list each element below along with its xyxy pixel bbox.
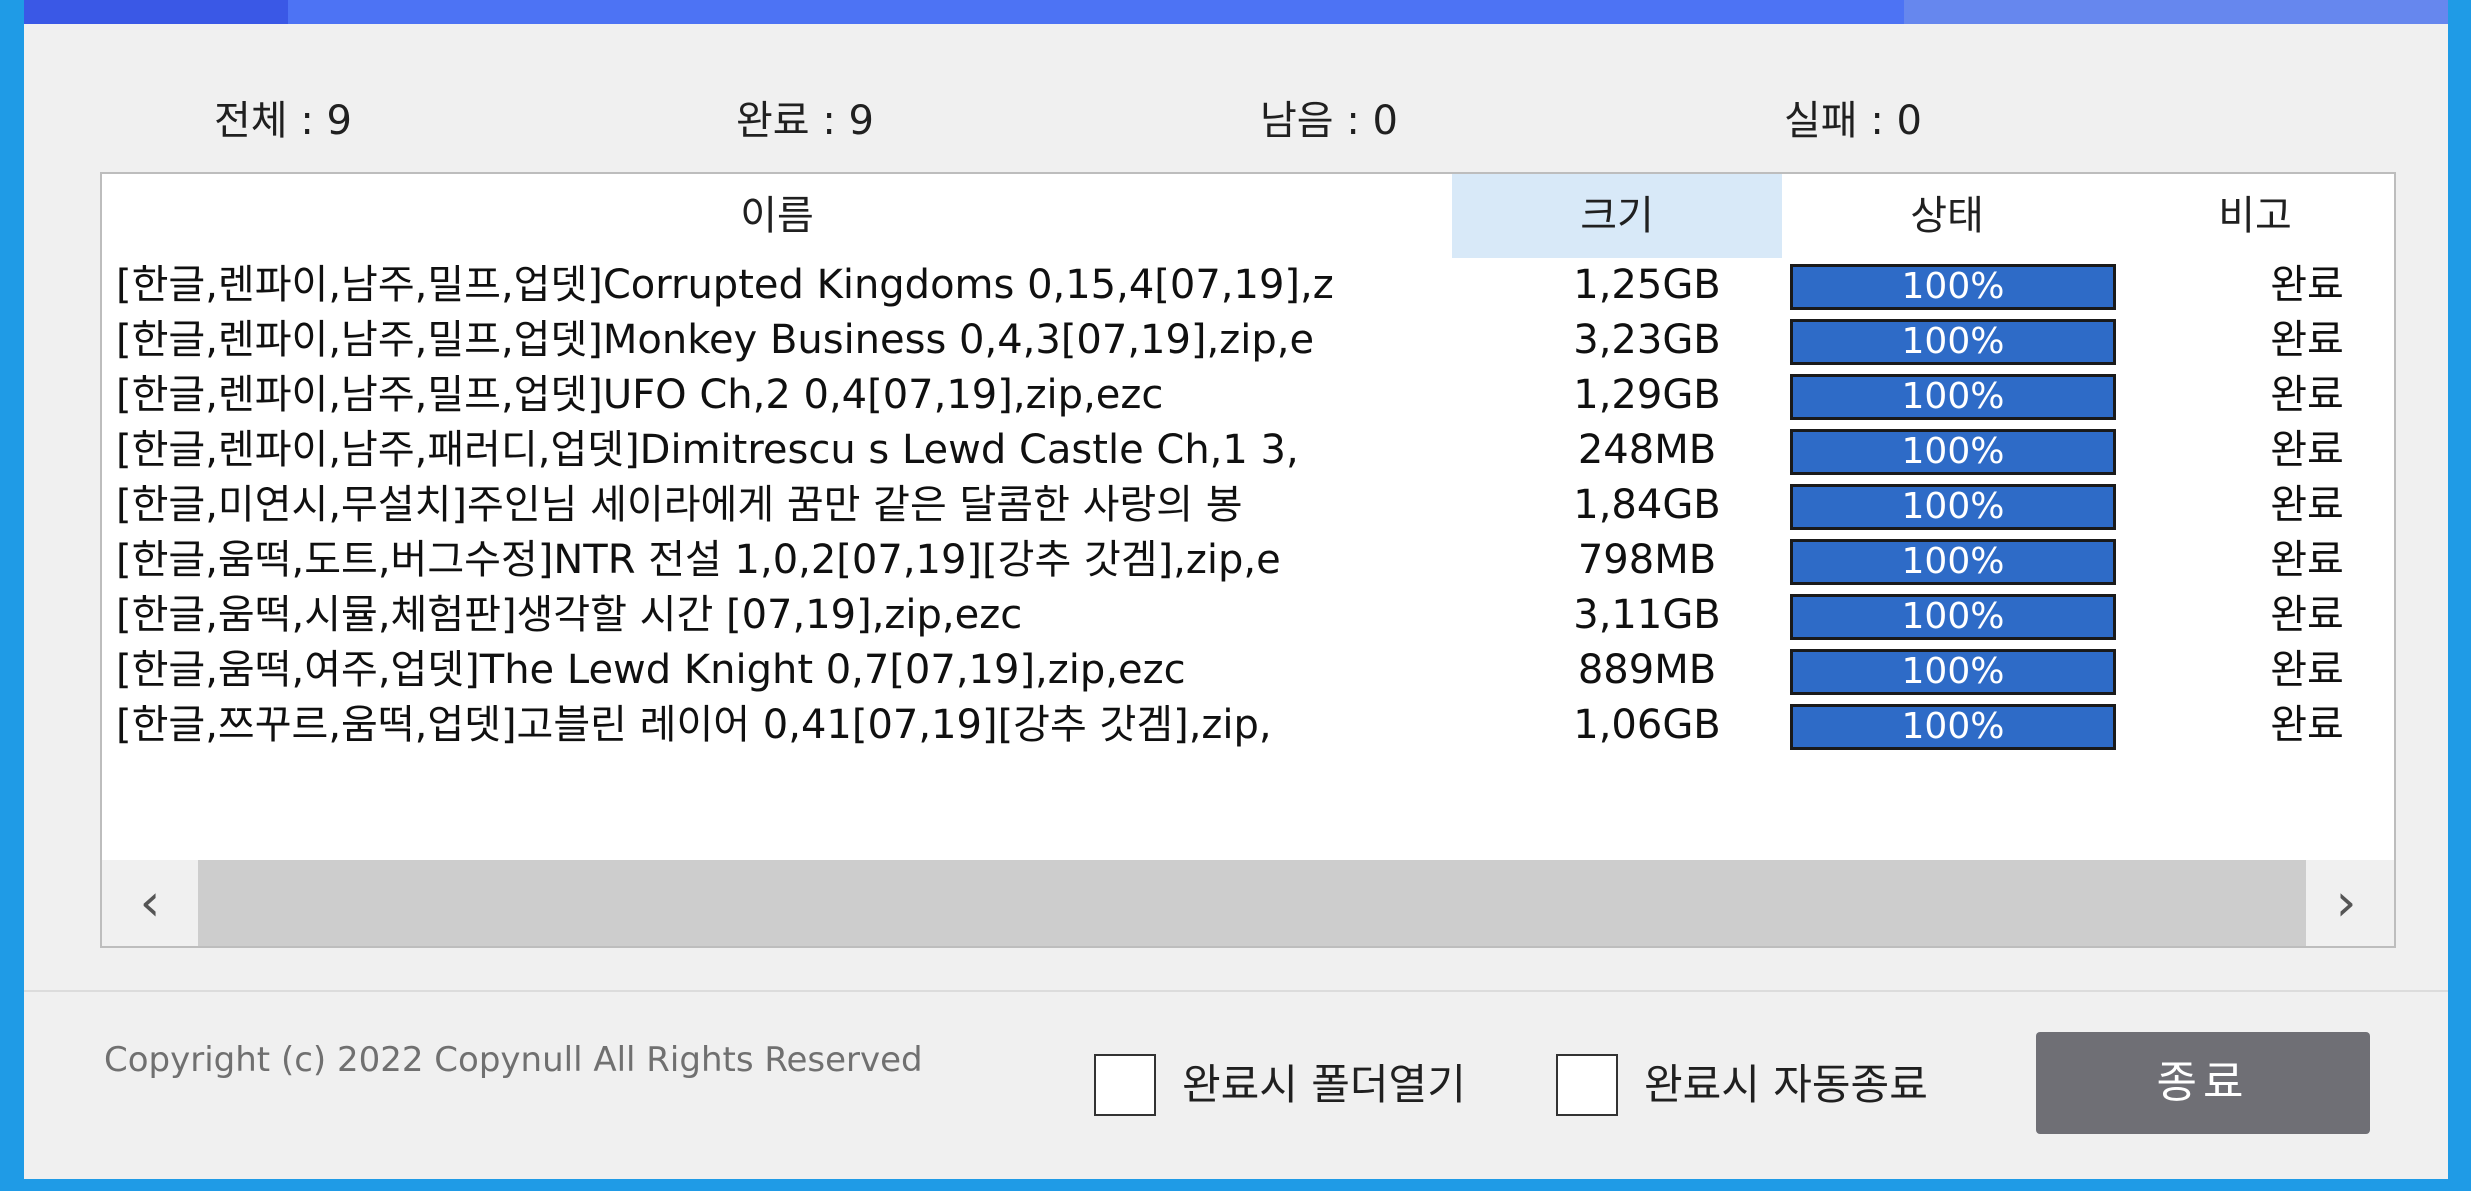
table-row[interactable]: [한글,움떡,시뮬,체험판]생각할 시간 [07,19],zip,ezc 3,11… <box>102 588 2394 643</box>
status-progress-bar: 100% <box>1790 539 2116 585</box>
stat-remaining: 남음 : 0 <box>1260 98 1398 144</box>
status-progress-bar: 100% <box>1790 264 2116 310</box>
table-row[interactable]: [한글,쯔꾸르,움떡,업뎃]고블린 레이어 0,41[07,19][강추 갓겜]… <box>102 698 2394 753</box>
file-size: 1,84GB <box>1573 482 1721 528</box>
table-row[interactable]: [한글,렌파이,남주,밀프,업뎃]UFO Ch,2 0,4[07,19],zip… <box>102 368 2394 423</box>
status-note: 완료 <box>2270 317 2344 363</box>
file-size: 1,06GB <box>1573 702 1721 748</box>
open-folder-label: 완료시 폴더열기 <box>1182 1060 1466 1109</box>
status-note: 완료 <box>2270 372 2344 418</box>
overall-progress-segment <box>288 0 1904 24</box>
scrollbar-thumb[interactable] <box>198 860 2306 946</box>
download-list[interactable]: 이름 크기 상태 비고 [한글,렌파이,남주,밀프,업뎃]Corrupted K… <box>100 172 2396 948</box>
file-size: 248MB <box>1577 427 1717 473</box>
stat-failed: 실패 : 0 <box>1784 98 1922 144</box>
table-row[interactable]: [한글,렌파이,남주,밀프,업뎃]Corrupted Kingdoms 0,15… <box>102 258 2394 313</box>
status-note: 완료 <box>2270 427 2344 473</box>
status-note: 완료 <box>2270 647 2344 693</box>
file-name: [한글,움떡,도트,버그수정]NTR 전설 1,0,2[07,19][강추 갓겜… <box>116 537 1281 583</box>
close-button[interactable]: 종료 <box>2036 1032 2370 1134</box>
column-header-note[interactable]: 비고 <box>2112 174 2394 258</box>
file-size: 889MB <box>1577 647 1717 693</box>
status-progress-bar: 100% <box>1790 649 2116 695</box>
status-progress-bar: 100% <box>1790 429 2116 475</box>
status-progress-bar: 100% <box>1790 594 2116 640</box>
status-progress-bar: 100% <box>1790 319 2116 365</box>
stat-total: 전체 : 9 <box>214 98 352 144</box>
file-size: 3,23GB <box>1573 317 1721 363</box>
auto-exit-checkbox[interactable] <box>1556 1054 1618 1116</box>
file-name: [한글,렌파이,남주,밀프,업뎃]Monkey Business 0,4,3[0… <box>116 317 1315 363</box>
file-size: 3,11GB <box>1573 592 1721 638</box>
scroll-right-icon[interactable]: › <box>2298 860 2394 946</box>
status-progress-bar: 100% <box>1790 484 2116 530</box>
table-row[interactable]: [한글,움떡,도트,버그수정]NTR 전설 1,0,2[07,19][강추 갓겜… <box>102 533 2394 588</box>
file-size: 1,25GB <box>1573 262 1721 308</box>
status-note: 완료 <box>2270 482 2344 528</box>
overall-progress-fill <box>24 0 288 24</box>
file-name: [한글,렌파이,남주,밀프,업뎃]UFO Ch,2 0,4[07,19],zip… <box>116 372 1164 418</box>
status-note: 완료 <box>2270 592 2344 638</box>
table-row[interactable]: [한글,미연시,무설치]주인님 세이라에게 꿈만 같은 달콤한 사랑의 봉 1,8… <box>102 478 2394 533</box>
status-progress-bar: 100% <box>1790 704 2116 750</box>
file-size: 798MB <box>1577 537 1717 583</box>
column-header-size[interactable]: 크기 <box>1452 174 1782 258</box>
horizontal-scrollbar[interactable]: ‹ › <box>102 860 2394 946</box>
file-size: 1,29GB <box>1573 372 1721 418</box>
column-header-status[interactable]: 상태 <box>1782 174 2112 258</box>
open-folder-checkbox[interactable] <box>1094 1054 1156 1116</box>
status-note: 완료 <box>2270 702 2344 748</box>
file-name: [한글,미연시,무설치]주인님 세이라에게 꿈만 같은 달콤한 사랑의 봉 <box>116 482 1243 528</box>
status-progress-bar: 100% <box>1790 374 2116 420</box>
file-name: [한글,움떡,시뮬,체험판]생각할 시간 [07,19],zip,ezc <box>116 592 1023 638</box>
table-row[interactable]: [한글,렌파이,남주,밀프,업뎃]Monkey Business 0,4,3[0… <box>102 313 2394 368</box>
file-name: [한글,렌파이,남주,패러디,업뎃]Dimitrescu s Lewd Cast… <box>116 427 1299 473</box>
status-note: 완료 <box>2270 262 2344 308</box>
auto-exit-label: 완료시 자동종료 <box>1644 1060 1928 1109</box>
download-window: 전체 : 9 완료 : 9 남음 : 0 실패 : 0 이름 크기 상태 비고 … <box>24 0 2448 1179</box>
scroll-left-icon[interactable]: ‹ <box>102 860 198 946</box>
overall-progress-bar <box>24 0 2448 24</box>
status-note: 완료 <box>2270 537 2344 583</box>
column-header-name[interactable]: 이름 <box>102 174 1452 258</box>
stat-completed: 완료 : 9 <box>736 98 874 144</box>
file-name: [한글,렌파이,남주,밀프,업뎃]Corrupted Kingdoms 0,15… <box>116 262 1334 308</box>
file-name: [한글,움떡,여주,업뎃]The Lewd Knight 0,7[07,19],… <box>116 647 1186 693</box>
file-name: [한글,쯔꾸르,움떡,업뎃]고블린 레이어 0,41[07,19][강추 갓겜]… <box>116 702 1272 748</box>
table-row[interactable]: [한글,움떡,여주,업뎃]The Lewd Knight 0,7[07,19],… <box>102 643 2394 698</box>
copyright-text: Copyright (c) 2022 Copynull All Rights R… <box>104 1040 923 1080</box>
table-row[interactable]: [한글,렌파이,남주,패러디,업뎃]Dimitrescu s Lewd Cast… <box>102 423 2394 478</box>
footer-divider <box>24 990 2448 992</box>
